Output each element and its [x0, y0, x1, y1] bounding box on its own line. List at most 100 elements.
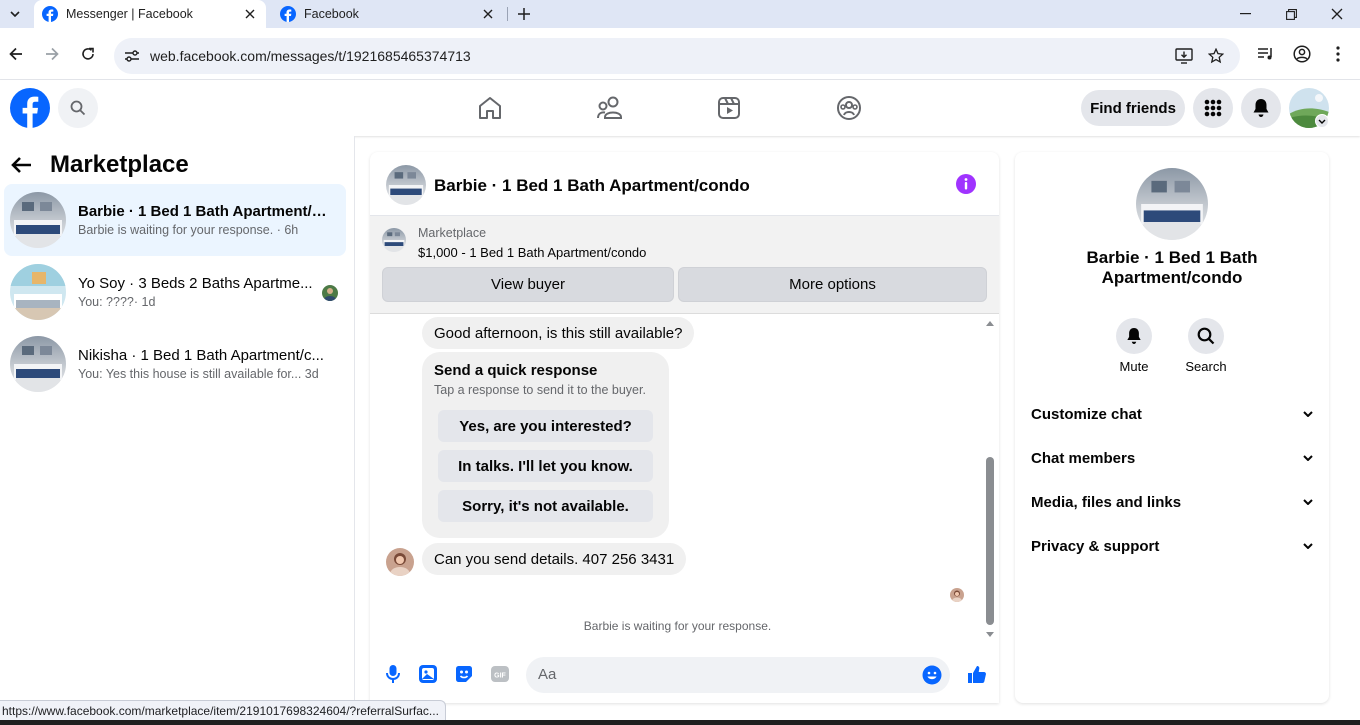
sidebar-title: Marketplace	[50, 151, 189, 178]
quick-response-card: Send a quick response Tap a response to …	[422, 352, 669, 538]
row-label: Privacy & support	[1031, 537, 1160, 555]
browser-tab-messenger[interactable]: Messenger | Facebook	[34, 0, 266, 28]
chat-header: Barbie · 1 Bed 1 Bath Apartment/condo	[370, 152, 999, 216]
microphone-icon[interactable]	[382, 663, 404, 685]
search-in-chat-button[interactable]: Search	[1176, 318, 1236, 374]
chevron-down-icon	[1303, 411, 1313, 417]
scroll-up-icon[interactable]	[984, 317, 996, 329]
conversation-snippet: You: Yes this house is still available f…	[78, 367, 302, 381]
quick-response-subtitle: Tap a response to send it to the buyer.	[434, 383, 646, 397]
conversation-time: · 1d	[133, 295, 156, 309]
conversation-item[interactable]: Yo Soy · 3 Beds 2 Baths Apartme... You: …	[4, 256, 346, 328]
tab-title: Facebook	[304, 7, 359, 21]
scroll-down-icon[interactable]	[984, 628, 996, 640]
account-menu-chevron-icon[interactable]	[1315, 114, 1329, 128]
facebook-favicon-icon	[42, 6, 58, 22]
message-input-placeholder: Aa	[538, 666, 557, 683]
conversation-name: Nikisha · 1 Bed 1 Bath Apartment/c...	[78, 347, 324, 364]
thumbs-up-icon[interactable]	[966, 663, 988, 685]
conversation-name-line2: Apartment/condo	[1101, 268, 1243, 287]
back-arrow-icon[interactable]	[10, 150, 42, 180]
bookmark-star-icon[interactable]	[1206, 46, 1226, 66]
browser-toolbar: web.facebook.com/messages/t/192168546537…	[0, 28, 1360, 80]
facebook-header: Find friends	[0, 80, 1360, 136]
friends-icon[interactable]	[594, 92, 626, 124]
conversation-name: Yo Soy · 3 Beds 2 Baths Apartme...	[78, 275, 313, 292]
mute-button[interactable]: Mute	[1104, 318, 1164, 374]
message-list: Good afternoon, is this still available?…	[370, 314, 999, 634]
emoji-icon[interactable]	[922, 665, 942, 685]
waiting-notice: Barbie is waiting for your response.	[583, 619, 772, 633]
facebook-favicon-icon	[280, 6, 296, 22]
conversation-name: Barbie · 1 Bed 1 Bath Apartment/c...	[78, 203, 328, 220]
row-label: Customize chat	[1031, 405, 1142, 423]
reload-icon[interactable]	[76, 42, 100, 66]
view-buyer-button[interactable]: View buyer	[382, 267, 674, 302]
chevron-down-icon	[1303, 543, 1313, 549]
conversation-time: · 6h	[276, 223, 299, 237]
find-friends-button[interactable]: Find friends	[1081, 90, 1185, 126]
watch-icon[interactable]	[713, 92, 745, 124]
conversation-name-line1: Barbie · 1 Bed 1 Bath	[1086, 248, 1258, 267]
listing-label: Marketplace	[418, 226, 487, 240]
chat-avatar[interactable]	[386, 165, 426, 205]
listing-thumbnail	[10, 192, 66, 248]
marketplace-listing-card: Marketplace $1,000 - 1 Bed 1 Bath Apartm…	[370, 216, 999, 314]
home-icon[interactable]	[474, 92, 506, 124]
browser-tab-facebook[interactable]: Facebook	[272, 0, 504, 28]
customize-chat-row[interactable]: Customize chat	[1031, 402, 1313, 426]
groups-icon[interactable]	[833, 92, 865, 124]
close-tab-icon[interactable]	[240, 4, 260, 24]
close-tab-icon[interactable]	[478, 4, 498, 24]
listing-avatar[interactable]	[1136, 168, 1208, 240]
facebook-logo-icon[interactable]	[10, 88, 50, 128]
search-icon	[1188, 318, 1224, 354]
site-settings-icon[interactable]	[122, 46, 142, 66]
message-input[interactable]: Aa	[526, 657, 950, 693]
info-icon[interactable]	[956, 174, 976, 194]
quick-response-option[interactable]: In talks. I'll let you know.	[438, 450, 653, 482]
quick-response-option[interactable]: Sorry, it's not available.	[438, 490, 653, 522]
row-label: Chat members	[1031, 449, 1136, 467]
taskbar-edge	[0, 720, 1360, 725]
restore-icon[interactable]	[1268, 0, 1314, 28]
chat-title[interactable]: Barbie · 1 Bed 1 Bath Apartment/condo	[434, 176, 750, 196]
tab-divider	[507, 7, 508, 21]
minimize-icon[interactable]	[1222, 0, 1268, 28]
menu-grid-icon[interactable]	[1193, 88, 1233, 128]
sender-avatar[interactable]	[386, 548, 414, 576]
url-text[interactable]: web.facebook.com/messages/t/192168546537…	[150, 48, 471, 64]
scrollbar-thumb[interactable]	[986, 457, 994, 625]
mute-label: Mute	[1119, 359, 1149, 374]
quick-response-option[interactable]: Yes, are you interested?	[438, 410, 653, 442]
browser-tab-strip: Messenger | Facebook Facebook	[0, 0, 1360, 28]
new-tab-icon[interactable]	[514, 4, 534, 24]
forward-icon[interactable]	[40, 42, 64, 66]
profile-icon[interactable]	[1292, 44, 1312, 64]
tab-search-icon[interactable]	[4, 4, 26, 24]
browser-menu-icon[interactable]	[1328, 44, 1348, 64]
image-icon[interactable]	[417, 663, 439, 685]
svg-text:GIF: GIF	[494, 673, 506, 680]
conversation-item[interactable]: Barbie · 1 Bed 1 Bath Apartment/c... Bar…	[4, 184, 346, 256]
conversation-snippet: Barbie is waiting for your response.	[78, 223, 274, 237]
privacy-support-row[interactable]: Privacy & support	[1031, 534, 1313, 558]
listing-thumbnail	[10, 336, 66, 392]
media-controls-icon[interactable]	[1256, 44, 1276, 64]
listing-thumbnail[interactable]	[382, 228, 406, 252]
sticker-icon[interactable]	[453, 663, 475, 685]
address-bar[interactable]: web.facebook.com/messages/t/192168546537…	[114, 38, 1240, 74]
gif-icon[interactable]: GIF	[489, 663, 511, 685]
listing-price-title[interactable]: $1,000 - 1 Bed 1 Bath Apartment/condo	[418, 245, 646, 260]
search-label: Search	[1185, 359, 1227, 374]
close-window-icon[interactable]	[1314, 0, 1360, 28]
bell-icon	[1116, 318, 1152, 354]
facebook-search-icon[interactable]	[58, 88, 98, 128]
chat-members-row[interactable]: Chat members	[1031, 446, 1313, 470]
notifications-bell-icon[interactable]	[1241, 88, 1281, 128]
conversation-item[interactable]: Nikisha · 1 Bed 1 Bath Apartment/c... Yo…	[4, 328, 346, 400]
install-app-icon[interactable]	[1174, 46, 1194, 66]
back-icon[interactable]	[4, 42, 28, 66]
more-options-button[interactable]: More options	[678, 267, 987, 302]
media-files-links-row[interactable]: Media, files and links	[1031, 490, 1313, 514]
